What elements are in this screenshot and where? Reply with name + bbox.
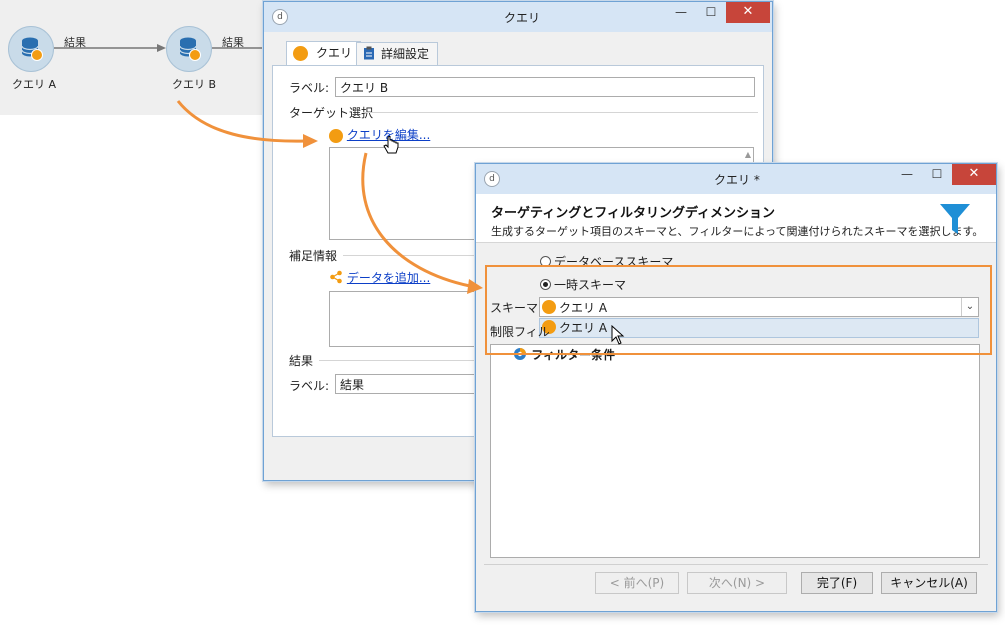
tab-advanced[interactable]: 詳細設定 [356,42,439,66]
finish-button[interactable]: 完了(F) [801,572,873,594]
footer-divider [484,564,988,565]
minimize-button[interactable]: — [666,2,696,23]
wizard-heading: ターゲティングとフィルタリングディメンション [491,206,776,221]
result-section-title: 結果 [289,354,314,368]
query-schema-window: d クエリ * — ☐ ✕ ターゲティングとフィルタリングディメンション 生成す… [475,163,997,612]
edit-query-row: クエリを編集... [329,126,430,143]
close-button[interactable]: ✕ [726,2,770,23]
next-button[interactable]: 次へ(N) > [687,572,787,594]
scroll-up-icon[interactable]: ▲ [745,150,751,159]
tab-advanced-label: 詳細設定 [381,47,430,61]
previous-button[interactable]: < 前へ(P) [595,572,679,594]
result-label-caption: ラベル: [289,379,330,393]
divider [363,112,758,113]
edge-label-result-1: 結果 [64,36,86,49]
query-window-titlebar: d クエリ — ☐ ✕ [264,2,772,32]
extra-info-section-title: 補足情報 [289,249,338,263]
window-title: クエリ [504,11,541,25]
clipboard-icon [364,46,374,60]
query-schema-window-titlebar: d クエリ * — ☐ ✕ [476,164,996,194]
maximize-button[interactable]: ☐ [696,2,726,23]
maximize-button[interactable]: ☐ [922,164,952,185]
minimize-button[interactable]: — [892,164,922,185]
add-data-link[interactable]: データを追加... [347,271,430,285]
hand-cursor-icon [383,136,399,154]
app-icon: d [272,9,288,25]
share-nodes-icon [330,270,342,284]
filter-tree[interactable]: フィルター条件 [490,344,980,558]
label-caption: ラベル: [289,81,330,95]
orange-circle-icon [293,46,308,61]
tab-query-label: クエリ [316,46,353,60]
arrow-cursor-icon [611,325,625,345]
wizard-header: ターゲティングとフィルタリングディメンション 生成するターゲット項目のスキーマと… [476,194,996,243]
app-icon: d [484,171,500,187]
window-title: クエリ * [714,173,760,187]
orange-circle-icon [329,128,343,143]
target-section-title: ターゲット選択 [289,106,374,120]
edge-label-result-2: 結果 [222,36,244,49]
tab-query[interactable]: クエリ [286,41,362,67]
workflow-edges [54,44,265,52]
add-data-row: データを追加... [329,269,430,286]
funnel-icon [940,204,970,234]
label-input[interactable]: クエリ B [335,77,755,97]
wizard-subheading: 生成するターゲット項目のスキーマと、フィルターによって関連付けられたスキーマを選… [491,225,984,238]
close-button[interactable]: ✕ [952,164,996,185]
highlight-box [485,265,992,355]
workflow-canvas: クエリ A クエリ B 結果 結果 [0,0,265,115]
cancel-button[interactable]: キャンセル(A) [881,572,977,594]
